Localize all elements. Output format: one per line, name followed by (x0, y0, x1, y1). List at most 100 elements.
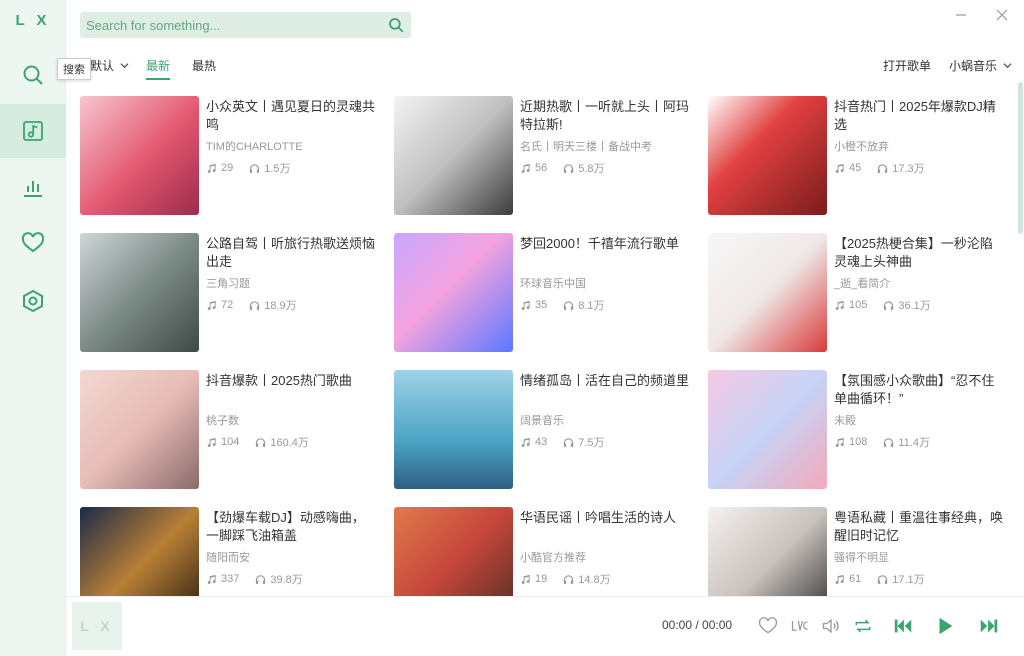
playlist-card[interactable]: 公路自驾丨听旅行热歌送烦恼出走 三角习题 72 18.9万 (80, 233, 380, 353)
playlist-title[interactable]: 梦回2000！千禧年流行歌单 (520, 235, 690, 253)
tab-latest[interactable]: 最新 (146, 57, 171, 80)
sidebar-item-favorites[interactable] (0, 216, 66, 270)
music-note-icon (207, 300, 216, 310)
playlist-card[interactable]: 华语民谣丨吟唱生活的诗人 小酷官方推荐 19 14.8万 (394, 507, 694, 596)
playlist-author: 环球音乐中国 (520, 278, 586, 290)
search-input[interactable] (86, 12, 376, 38)
song-count: 104 (206, 434, 239, 450)
close-button[interactable] (992, 6, 1012, 24)
app-window: L X 搜索 默认 最新 最热 打开歌 (0, 0, 1024, 656)
playlist-title[interactable]: 【2025热梗合集】一秒沦陷灵魂上头神曲 (834, 235, 1004, 271)
chevron-down-icon (120, 63, 129, 69)
play-count-value: 7.5万 (578, 437, 605, 449)
next-button[interactable] (978, 615, 1000, 637)
playlist-title[interactable]: 近期热歌丨一听就上头丨阿玛特拉斯! (520, 98, 690, 134)
song-count: 56 (520, 160, 547, 176)
music-note-icon (23, 121, 43, 141)
play-count-value: 17.1万 (892, 574, 925, 586)
play-count: 17.1万 (877, 571, 925, 587)
playlist-card[interactable]: 抖音爆款丨2025热门歌曲桃子数 104 160.4万 (80, 370, 380, 490)
play-count: 17.3万 (877, 160, 925, 176)
playlist-card[interactable]: 【劲爆车载DJ】动感嗨曲，一脚踩飞油箱盖 随阳而安 337 39.8万 (80, 507, 380, 596)
source-label: 小蜗音乐 (949, 59, 998, 73)
song-count-value: 108 (849, 436, 868, 448)
playlist-author: _逝_看简介 (834, 278, 891, 290)
playlist-title[interactable]: 抖音爆款丨2025热门歌曲 (206, 372, 376, 390)
music-note-icon (521, 300, 530, 310)
playlist-cover[interactable] (708, 507, 827, 596)
minimize-button[interactable] (951, 6, 971, 24)
music-note-icon (835, 574, 844, 584)
song-count: 108 (834, 434, 867, 450)
playlist-card[interactable]: 抖音热门丨2025年爆款DJ精选小橙不放弃 45 17.3万 (708, 96, 1008, 216)
sidebar-item-songlist[interactable] (0, 104, 66, 158)
close-icon (996, 9, 1008, 21)
playlist-cover[interactable] (708, 233, 827, 352)
search-icon[interactable] (387, 16, 405, 34)
playlist-card[interactable]: 粤语私藏丨重温往事经典，唤醒旧时记忆 骚得不明显 61 17.1万 (708, 507, 1008, 596)
playlist-stats: 337 39.8万 (206, 571, 303, 587)
playlist-card[interactable]: 【氛围感小众歌曲】“忍不住单曲循环！” 末殿 108 11.4万 (708, 370, 1008, 490)
playlist-grid: 小众英文丨遇见夏日的灵魂共鸣 TIM的CHARLOTTE 29 1.5万 近期热歌丨一听… (80, 96, 1016, 596)
scrollbar[interactable] (1018, 82, 1023, 234)
sidebar-item-leaderboard[interactable] (0, 160, 66, 214)
playlist-cover[interactable] (708, 370, 827, 489)
playlist-title[interactable]: 华语民谣丨吟唱生活的诗人 (520, 509, 690, 527)
lyrics-button[interactable] (789, 615, 811, 637)
play-count-value: 160.4万 (270, 437, 309, 449)
next-icon (980, 619, 998, 633)
player-cover[interactable]: L X (72, 602, 122, 650)
headphones-icon (564, 163, 574, 173)
song-count-value: 19 (535, 573, 548, 585)
playlist-title[interactable]: 小众英文丨遇见夏日的灵魂共鸣 (206, 98, 376, 134)
playlist-title[interactable]: 【氛围感小众歌曲】“忍不住单曲循环！” (834, 372, 1004, 408)
repeat-button[interactable] (852, 615, 874, 637)
previous-button[interactable] (892, 615, 914, 637)
song-count: 72 (206, 297, 233, 313)
playlist-cover[interactable] (80, 96, 199, 215)
playlist-cover[interactable] (394, 96, 513, 215)
play-count: 39.8万 (255, 571, 303, 587)
play-button[interactable] (934, 615, 956, 637)
playlist-card[interactable]: 【2025热梗合集】一秒沦陷灵魂上头神曲 _逝_看简介 105 36.1万 (708, 233, 1008, 353)
song-count-value: 35 (535, 299, 548, 311)
song-count-value: 45 (849, 162, 862, 174)
playlist-cover[interactable] (394, 370, 513, 489)
playlist-cover[interactable] (394, 233, 513, 352)
playlist-title[interactable]: 【劲爆车载DJ】动感嗨曲，一脚踩飞油箱盖 (206, 509, 376, 545)
playlist-title[interactable]: 情绪孤岛丨活在自己的频道里 (520, 372, 690, 390)
playlist-card[interactable]: 近期热歌丨一听就上头丨阿玛特拉斯! 名氏丨明天三楼丨备战中考 56 5.8万 (394, 96, 694, 216)
playlist-title[interactable]: 公路自驾丨听旅行热歌送烦恼出走 (206, 235, 376, 271)
playlist-card[interactable]: 梦回2000！千禧年流行歌单环球音乐中国 35 8.1万 (394, 233, 694, 353)
playlist-author: 名氏丨明天三楼丨备战中考 (520, 141, 652, 153)
playlist-cover[interactable] (394, 507, 513, 596)
playlist-card[interactable]: 情绪孤岛丨活在自己的频道里 阔景音乐 43 7.5万 (394, 370, 694, 490)
playlist-card[interactable]: 小众英文丨遇见夏日的灵魂共鸣 TIM的CHARLOTTE 29 1.5万 (80, 96, 380, 216)
song-count-value: 29 (221, 162, 234, 174)
heart-icon (758, 617, 778, 634)
open-playlist-button[interactable]: 打开歌单 (883, 57, 931, 74)
source-dropdown[interactable]: 小蜗音乐 (949, 57, 1012, 74)
playlist-cover[interactable] (80, 233, 199, 352)
playlist-author: 桃子数 (206, 415, 239, 427)
playlist-cover[interactable] (80, 370, 199, 489)
playlist-cover[interactable] (80, 507, 199, 596)
playlist-stats: 35 8.1万 (520, 297, 605, 313)
play-count-value: 5.8万 (578, 163, 605, 175)
playlist-title[interactable]: 抖音热门丨2025年爆款DJ精选 (834, 98, 1004, 134)
headphones-icon (564, 574, 574, 584)
sort-label: 默认 (90, 59, 115, 73)
play-count: 8.1万 (563, 297, 605, 313)
sort-dropdown[interactable]: 默认 (90, 57, 129, 74)
tab-hottest[interactable]: 最热 (192, 57, 216, 74)
playlist-title[interactable]: 粤语私藏丨重温往事经典，唤醒旧时记忆 (834, 509, 1004, 545)
playlist-author: 小橙不放弃 (834, 141, 889, 153)
playlist-stats: 19 14.8万 (520, 571, 611, 587)
play-count-value: 39.8万 (270, 574, 303, 586)
sidebar-item-settings[interactable] (0, 274, 66, 328)
volume-button[interactable] (820, 615, 842, 637)
playlist-cover[interactable] (708, 96, 827, 215)
favorite-button[interactable] (757, 615, 779, 637)
headphones-icon (250, 163, 260, 173)
song-count: 337 (206, 571, 239, 587)
